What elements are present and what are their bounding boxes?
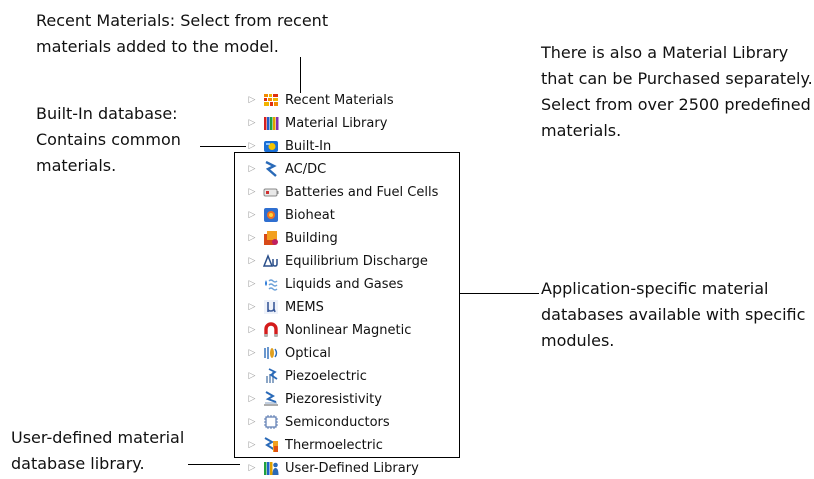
leader-line-application xyxy=(460,293,539,295)
tree-item-building[interactable]: ▷ Building xyxy=(247,227,338,249)
mems-icon xyxy=(263,299,279,315)
callout-user-defined: User-defined material database library. xyxy=(11,425,184,477)
tree-item-label: Equilibrium Discharge xyxy=(285,253,428,269)
building-icon xyxy=(263,230,279,246)
tree-item-label: MEMS xyxy=(285,299,324,315)
expand-arrow-icon[interactable]: ▷ xyxy=(247,325,257,335)
expand-arrow-icon[interactable]: ▷ xyxy=(247,440,257,450)
callout-built-in: Built-In database: Contains common mater… xyxy=(36,101,181,179)
piezoresistivity-icon xyxy=(263,391,279,407)
callout-application-specific: Application-specific material databases … xyxy=(541,276,805,354)
callout-line: Select from over 2500 predefined xyxy=(541,95,811,114)
tree-item-bioheat[interactable]: ▷ Bioheat xyxy=(247,204,335,226)
tree-item-label: Built-In xyxy=(285,138,332,154)
semiconductor-icon xyxy=(263,414,279,430)
callout-line: databases available with specific xyxy=(541,305,806,324)
tree-item-label: Building xyxy=(285,230,338,246)
magnet-icon xyxy=(263,322,279,338)
callout-line: There is also a Material Library xyxy=(541,43,789,62)
piezoelectric-icon xyxy=(263,368,279,384)
leader-line-built-in xyxy=(200,146,246,148)
expand-arrow-icon[interactable]: ▷ xyxy=(247,256,257,266)
recent-materials-icon xyxy=(263,92,279,108)
expand-arrow-icon[interactable]: ▷ xyxy=(247,95,257,105)
tree-item-label: Bioheat xyxy=(285,207,335,223)
material-library-icon xyxy=(263,115,279,131)
tree-item-recent-materials[interactable]: ▷ Recent Materials xyxy=(247,89,394,111)
callout-line: User-defined material xyxy=(11,428,185,447)
liquids-gases-icon xyxy=(263,276,279,292)
acdc-icon xyxy=(263,161,279,177)
tree-item-label: Recent Materials xyxy=(285,92,394,108)
expand-arrow-icon[interactable]: ▷ xyxy=(247,463,257,473)
optical-icon xyxy=(263,345,279,361)
tree-item-mems[interactable]: ▷ MEMS xyxy=(247,296,324,318)
bioheat-icon xyxy=(263,207,279,223)
tree-item-label: Optical xyxy=(285,345,331,361)
callout-material-library: There is also a Material Library that ca… xyxy=(541,40,813,144)
leader-line-recent xyxy=(300,57,302,93)
tree-item-batteries-fuel-cells[interactable]: ▷ Batteries and Fuel Cells xyxy=(247,181,439,203)
expand-arrow-icon[interactable]: ▷ xyxy=(247,118,257,128)
callout-line: materials. xyxy=(541,121,622,140)
tree-item-nonlinear-magnetic[interactable]: ▷ Nonlinear Magnetic xyxy=(247,319,411,341)
expand-arrow-icon[interactable]: ▷ xyxy=(247,348,257,358)
callout-line: materials. xyxy=(36,156,117,175)
expand-arrow-icon[interactable]: ▷ xyxy=(247,371,257,381)
tree-item-user-defined-library[interactable]: ▷ User-Defined Library xyxy=(247,457,419,479)
tree-item-optical[interactable]: ▷ Optical xyxy=(247,342,331,364)
user-defined-library-icon xyxy=(263,460,279,476)
expand-arrow-icon[interactable]: ▷ xyxy=(247,141,257,151)
built-in-icon xyxy=(263,138,279,154)
callout-line: Contains common xyxy=(36,130,181,149)
expand-arrow-icon[interactable]: ▷ xyxy=(247,417,257,427)
tree-item-label: Liquids and Gases xyxy=(285,276,404,292)
callout-recent-materials: Recent Materials: Select from recent mat… xyxy=(36,8,328,60)
expand-arrow-icon[interactable]: ▷ xyxy=(247,302,257,312)
tree-item-acdc[interactable]: ▷ AC/DC xyxy=(247,158,326,180)
tree-item-thermoelectric[interactable]: ▷ Thermoelectric xyxy=(247,434,383,456)
equilibrium-discharge-icon xyxy=(263,253,279,269)
callout-line: Recent Materials: Select from recent xyxy=(36,11,329,30)
callout-line: materials added to the model. xyxy=(36,37,279,56)
tree-item-piezoresistivity[interactable]: ▷ Piezoresistivity xyxy=(247,388,382,410)
tree-item-label: AC/DC xyxy=(285,161,327,177)
leader-line-user-defined xyxy=(188,464,240,466)
tree-item-label: Piezoresistivity xyxy=(285,391,382,407)
tree-item-label: Piezoelectric xyxy=(285,368,367,384)
tree-item-material-library[interactable]: ▷ Material Library xyxy=(247,112,388,134)
expand-arrow-icon[interactable]: ▷ xyxy=(247,279,257,289)
battery-icon xyxy=(263,184,279,200)
callout-line: modules. xyxy=(541,331,615,350)
tree-item-piezoelectric[interactable]: ▷ Piezoelectric xyxy=(247,365,367,387)
tree-item-label: Semiconductors xyxy=(285,414,390,430)
expand-arrow-icon[interactable]: ▷ xyxy=(247,210,257,220)
tree-item-liquids-gases[interactable]: ▷ Liquids and Gases xyxy=(247,273,404,295)
tree-item-equilibrium-discharge[interactable]: ▷ Equilibrium Discharge xyxy=(247,250,428,272)
tree-item-label: User-Defined Library xyxy=(285,460,419,476)
tree-item-label: Thermoelectric xyxy=(285,437,383,453)
expand-arrow-icon[interactable]: ▷ xyxy=(247,164,257,174)
callout-line: that can be Purchased separately. xyxy=(541,69,813,88)
tree-item-semiconductors[interactable]: ▷ Semiconductors xyxy=(247,411,390,433)
tree-item-label: Batteries and Fuel Cells xyxy=(285,184,439,200)
callout-line: database library. xyxy=(11,454,145,473)
callout-line: Application-specific material xyxy=(541,279,769,298)
expand-arrow-icon[interactable]: ▷ xyxy=(247,187,257,197)
tree-item-label: Material Library xyxy=(285,115,388,131)
callout-line: Built-In database: xyxy=(36,104,178,123)
tree-item-built-in[interactable]: ▷ Built-In xyxy=(247,135,332,157)
thermoelectric-icon xyxy=(263,437,279,453)
expand-arrow-icon[interactable]: ▷ xyxy=(247,233,257,243)
tree-item-label: Nonlinear Magnetic xyxy=(285,322,412,338)
expand-arrow-icon[interactable]: ▷ xyxy=(247,394,257,404)
